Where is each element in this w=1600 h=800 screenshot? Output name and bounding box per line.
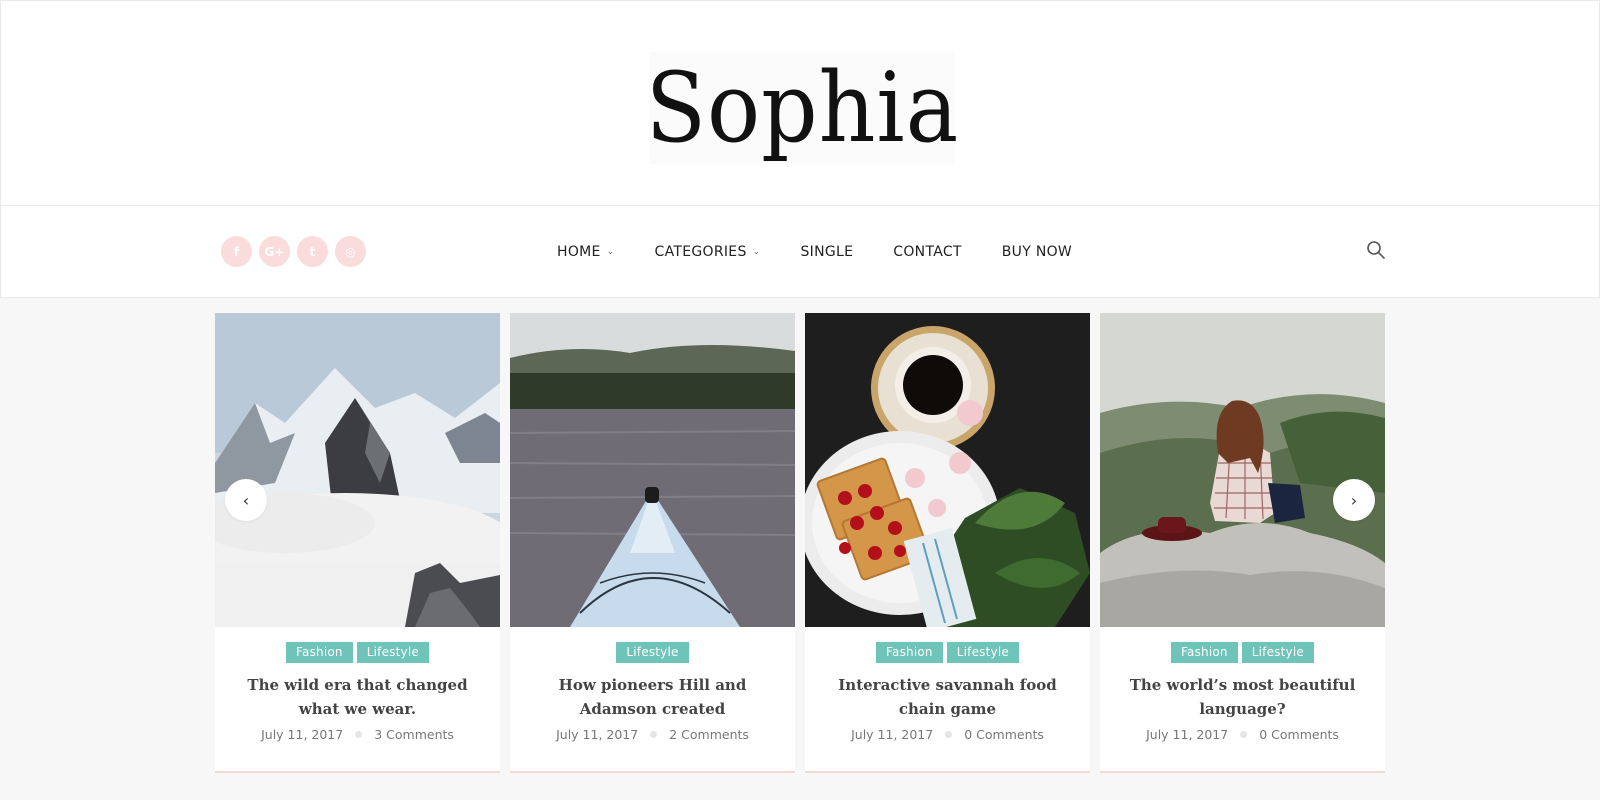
post-card[interactable]: Fashion Lifestyle The world’s most beaut… bbox=[1100, 313, 1385, 773]
post-card[interactable]: Fashion Lifestyle Interactive savannah f… bbox=[805, 313, 1090, 773]
post-image-woman-on-cliff-fog[interactable] bbox=[1100, 313, 1385, 627]
nav-item-home[interactable]: HOME ⌄ bbox=[557, 244, 615, 260]
chevron-right-icon: › bbox=[1350, 490, 1358, 510]
tag-fashion[interactable]: Fashion bbox=[1171, 642, 1238, 663]
meta-separator bbox=[355, 731, 363, 738]
tag-lifestyle[interactable]: Lifestyle bbox=[356, 642, 429, 663]
chevron-down-icon: ⌄ bbox=[752, 246, 761, 257]
site-logo[interactable]: Sophia bbox=[645, 52, 958, 164]
meta-separator bbox=[1240, 731, 1248, 738]
main-navbar: f G+ t ◎ HOME ⌄ CATEGORIES ⌄ SINGLE CONT… bbox=[0, 205, 1600, 298]
tag-lifestyle[interactable]: Lifestyle bbox=[1241, 642, 1314, 663]
chevron-down-icon: ⌄ bbox=[606, 246, 615, 257]
tag-fashion[interactable]: Fashion bbox=[876, 642, 943, 663]
chevron-left-icon: ‹ bbox=[242, 490, 250, 510]
nav-item-label: CATEGORIES bbox=[654, 243, 747, 260]
tag-lifestyle[interactable]: Lifestyle bbox=[946, 642, 1019, 663]
post-date: July 11, 2017 bbox=[851, 727, 934, 742]
post-comments[interactable]: 0 Comments bbox=[1259, 727, 1339, 742]
post-image-kayak-on-lake[interactable] bbox=[510, 313, 795, 627]
post-title[interactable]: The world’s most beautiful language? bbox=[1123, 673, 1363, 721]
post-tags: Fashion Lifestyle bbox=[805, 642, 1090, 663]
nav-item-label: SINGLE bbox=[800, 243, 854, 260]
nav-item-buy-now[interactable]: BUY NOW bbox=[1002, 244, 1072, 260]
tag-fashion[interactable]: Fashion bbox=[286, 642, 353, 663]
post-title[interactable]: The wild era that changed what we wear. bbox=[238, 673, 478, 721]
google-plus-icon[interactable]: G+ bbox=[259, 236, 290, 267]
post-image-coffee-waffles-flowers[interactable] bbox=[805, 313, 1090, 627]
post-date: July 11, 2017 bbox=[261, 727, 344, 742]
meta-separator bbox=[945, 731, 953, 738]
facebook-icon[interactable]: f bbox=[221, 236, 252, 267]
post-date: July 11, 2017 bbox=[1146, 727, 1229, 742]
post-title[interactable]: How pioneers Hill and Adamson created bbox=[533, 673, 773, 721]
featured-slider: Fashion Lifestyle The wild era that chan… bbox=[215, 313, 1385, 773]
slider-next-button[interactable]: › bbox=[1333, 479, 1375, 521]
post-tags: Lifestyle bbox=[510, 642, 795, 663]
slider-prev-button[interactable]: ‹ bbox=[225, 479, 267, 521]
post-tags: Fashion Lifestyle bbox=[1100, 642, 1385, 663]
post-comments[interactable]: 0 Comments bbox=[964, 727, 1044, 742]
post-meta: July 11, 2017 3 Comments bbox=[215, 727, 500, 742]
twitter-icon[interactable]: t bbox=[297, 236, 328, 267]
nav-item-label: CONTACT bbox=[893, 243, 962, 260]
tag-lifestyle[interactable]: Lifestyle bbox=[616, 642, 689, 663]
social-links: f G+ t ◎ bbox=[221, 236, 366, 267]
nav-item-categories[interactable]: CATEGORIES ⌄ bbox=[655, 244, 761, 260]
nav-item-label: BUY NOW bbox=[1001, 243, 1073, 260]
post-card[interactable]: Lifestyle How pioneers Hill and Adamson … bbox=[510, 313, 795, 773]
logo-text: Sophia bbox=[645, 52, 959, 164]
post-meta: July 11, 2017 0 Comments bbox=[805, 727, 1090, 742]
post-title[interactable]: Interactive savannah food chain game bbox=[828, 673, 1068, 721]
nav-item-label: HOME bbox=[557, 243, 601, 260]
nav-item-single[interactable]: SINGLE bbox=[800, 244, 853, 260]
post-image-snowy-mountain-peaks[interactable] bbox=[215, 313, 500, 627]
meta-separator bbox=[650, 731, 658, 738]
search-icon[interactable] bbox=[1366, 240, 1386, 260]
post-card[interactable]: Fashion Lifestyle The wild era that chan… bbox=[215, 313, 500, 773]
post-tags: Fashion Lifestyle bbox=[215, 642, 500, 663]
instagram-icon[interactable]: ◎ bbox=[335, 236, 366, 267]
post-date: July 11, 2017 bbox=[556, 727, 639, 742]
post-comments[interactable]: 2 Comments bbox=[669, 727, 749, 742]
site-header: Sophia bbox=[0, 0, 1600, 206]
nav-item-contact[interactable]: CONTACT bbox=[893, 244, 962, 260]
post-meta: July 11, 2017 0 Comments bbox=[1100, 727, 1385, 742]
post-comments[interactable]: 3 Comments bbox=[374, 727, 454, 742]
nav-menu: HOME ⌄ CATEGORIES ⌄ SINGLE CONTACT BUY N… bbox=[557, 206, 1112, 297]
post-meta: July 11, 2017 2 Comments bbox=[510, 727, 795, 742]
